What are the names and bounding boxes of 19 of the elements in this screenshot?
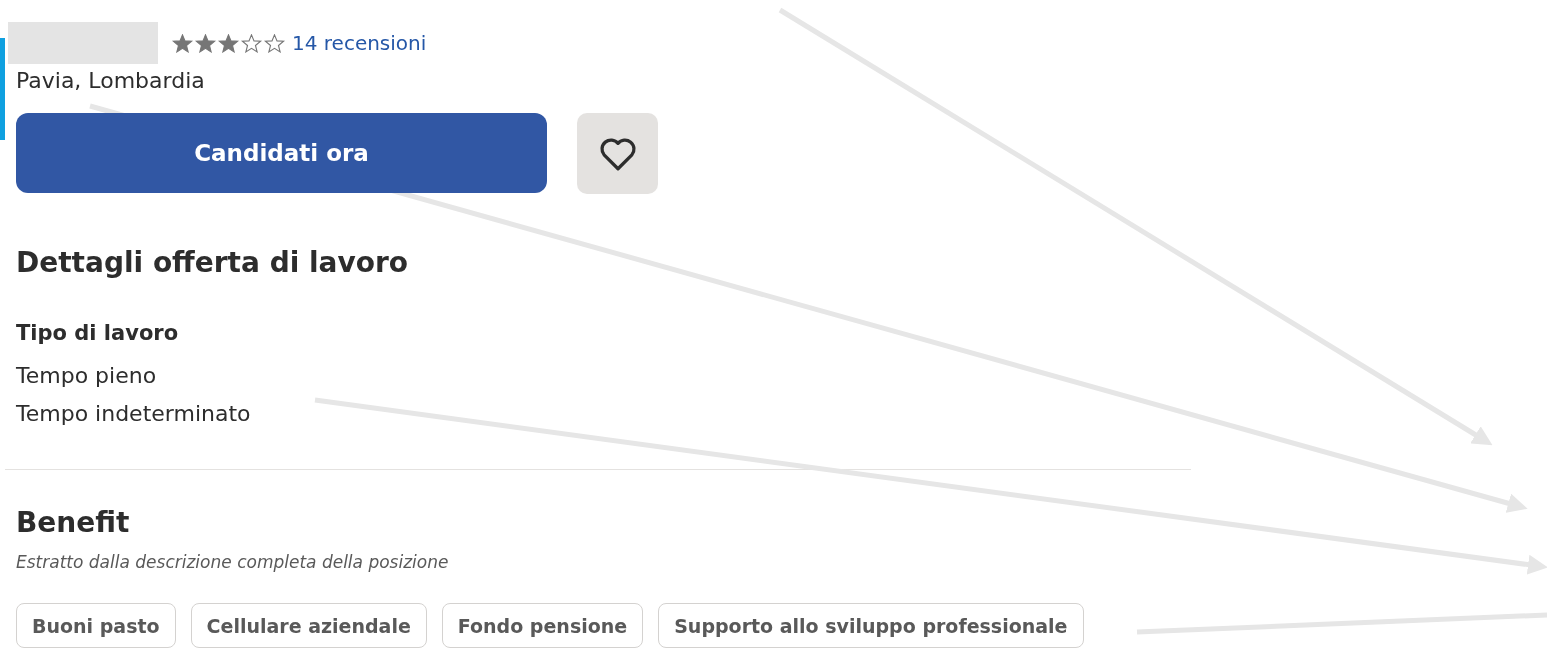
star-icon	[171, 33, 194, 53]
section-heading: Dettagli offerta di lavoro	[16, 246, 409, 279]
field-label: Tipo di lavoro	[16, 321, 179, 345]
benefit-tag: Fondo pensione	[441, 603, 644, 648]
field-value: Tempo indeterminato	[16, 400, 251, 428]
benefit-tag: Supporto allo sviluppo professionale	[658, 603, 1084, 648]
section-heading: Benefit	[16, 506, 130, 539]
star-icon	[194, 33, 217, 53]
field-value: Tempo pieno	[16, 362, 157, 390]
job-location: Pavia, Lombardia	[16, 68, 205, 93]
apply-button[interactable]: Candidati ora	[16, 113, 547, 193]
save-job-button[interactable]	[577, 113, 658, 194]
benefit-tag: Cellulare aziendale	[190, 603, 427, 648]
star-icon	[240, 33, 263, 53]
benefit-tag: Buoni pasto	[16, 603, 176, 648]
star-icon	[263, 33, 286, 53]
reviews-link[interactable]: 14 recensioni	[292, 31, 427, 55]
benefits-note: Estratto dalla descrizione completa della posizione	[16, 552, 449, 572]
star-icon	[217, 33, 240, 53]
